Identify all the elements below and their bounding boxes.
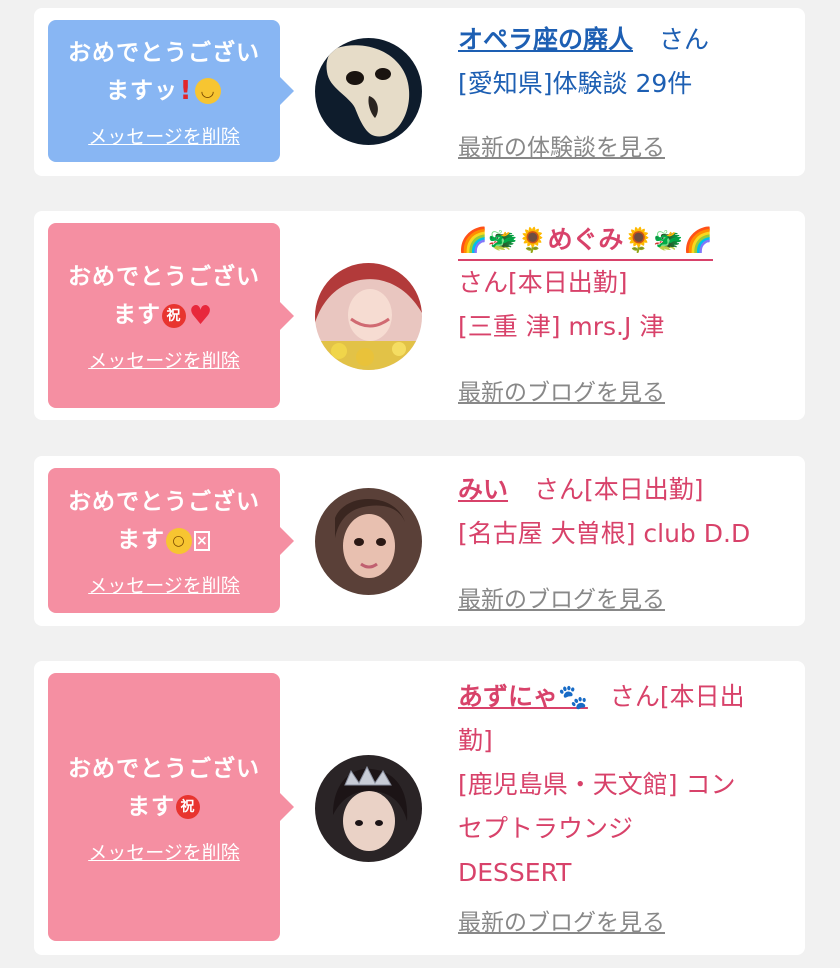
profile-detail: セプトラウンジ <box>458 814 634 843</box>
profile-name-link[interactable]: みい <box>458 475 508 504</box>
rainbow-icon: 🌈 <box>683 226 714 254</box>
profile-info: 🌈🐲🌻めぐみ🌻🐲🌈 さん[本日出勤] [三重 津] mrs.J 津 最新のブログ… <box>458 221 785 411</box>
delete-message-link[interactable]: メッセージを削除 <box>88 122 240 149</box>
profile-info: みい さん[本日出勤] [名古屋 大曽根] club D.D 最新のブログを見る <box>458 468 785 618</box>
smiling-face-icon: ◡ <box>195 78 221 104</box>
message-card: おめでとうござい ますッ! ◡ メッセージを削除 オペラ座の廃人 さん [愛知県]… <box>34 8 805 176</box>
profile-detail: [愛知県]体験談 29件 <box>458 69 693 98</box>
message-bubble: おめでとうござい ますッ! ◡ メッセージを削除 <box>48 20 294 162</box>
message-text: おめでとうござい ます祝 <box>68 755 260 820</box>
dragon-icon: 🐲 <box>487 226 518 254</box>
red-exclamation-icon: ! <box>179 76 193 106</box>
sunflower-icon: 🌻 <box>517 226 548 254</box>
profile-detail: DESSERT <box>458 858 572 887</box>
message-bubble: おめでとうござい ます祝 ♥ メッセージを削除 <box>48 223 294 408</box>
honorific-status-cont: 勤] <box>458 726 493 755</box>
profile-name-link[interactable]: オペラ座の廃人 <box>458 25 633 54</box>
avatar[interactable] <box>315 38 422 145</box>
celebration-icon: 祝 <box>162 303 186 328</box>
delete-message-link[interactable]: メッセージを削除 <box>88 838 240 865</box>
message-text: おめでとうござい ます ○ × <box>68 489 260 554</box>
dragon-icon: 🐲 <box>653 226 684 254</box>
message-card: おめでとうござい ます祝 メッセージを削除 あずにゃ🐾 さん[本日出 勤] [鹿… <box>34 661 805 955</box>
profile-detail: [名古屋 大曽根] club D.D <box>458 519 751 548</box>
paw-prints-icon: 🐾 <box>558 683 588 711</box>
profile-detail: [三重 津] mrs.J 津 <box>458 312 665 341</box>
honorific-status: さん[本日出勤] <box>533 475 704 504</box>
celebration-icon: 祝 <box>176 795 200 819</box>
see-latest-link[interactable]: 最新のブログを見る <box>458 373 665 407</box>
sunflower-icon: 🌻 <box>623 226 654 254</box>
profile-info: あずにゃ🐾 さん[本日出 勤] [鹿児島県・天文館] コン セプトラウンジ DE… <box>458 675 785 945</box>
message-card: おめでとうござい ます祝 ♥ メッセージを削除 🌈🐲🌻めぐみ🌻🐲🌈 さん[本日出勤… <box>34 211 805 420</box>
honorific: さん <box>658 25 709 54</box>
profile-name-link[interactable]: めぐみ <box>548 225 624 254</box>
honorific-status: さん[本日出 <box>609 682 745 711</box>
message-card: おめでとうござい ます ○ × メッセージを削除 みい さん[本日出勤] [名古屋 … <box>34 456 805 626</box>
message-text: おめでとうござい ます祝 ♥ <box>68 264 260 331</box>
message-bubble: おめでとうござい ます ○ × メッセージを削除 <box>48 468 294 613</box>
avatar[interactable] <box>315 488 422 595</box>
avatar[interactable] <box>315 263 422 370</box>
see-latest-link[interactable]: 最新の体験談を見る <box>458 128 665 162</box>
rainbow-icon: 🌈 <box>458 226 488 254</box>
delete-message-link[interactable]: メッセージを削除 <box>88 571 240 598</box>
see-latest-link[interactable]: 最新のブログを見る <box>458 580 665 614</box>
profile-detail: [鹿児島県・天文館] コン <box>458 770 736 799</box>
avatar[interactable] <box>315 755 422 862</box>
flushed-face-icon: ○ <box>166 527 192 554</box>
red-heart-icon: ♥ <box>188 300 214 331</box>
message-text: おめでとうござい ますッ! ◡ <box>68 39 260 106</box>
profile-info: オペラ座の廃人 さん [愛知県]体験談 29件 最新の体験談を見る <box>458 18 785 168</box>
missing-glyph-icon: × <box>194 530 210 551</box>
delete-message-link[interactable]: メッセージを削除 <box>88 346 240 373</box>
honorific-status: さん[本日出勤] <box>458 268 628 297</box>
message-bubble: おめでとうござい ます祝 メッセージを削除 <box>48 673 294 941</box>
profile-name-link[interactable]: あずにゃ🐾 <box>458 682 588 711</box>
see-latest-link[interactable]: 最新のブログを見る <box>458 903 665 937</box>
